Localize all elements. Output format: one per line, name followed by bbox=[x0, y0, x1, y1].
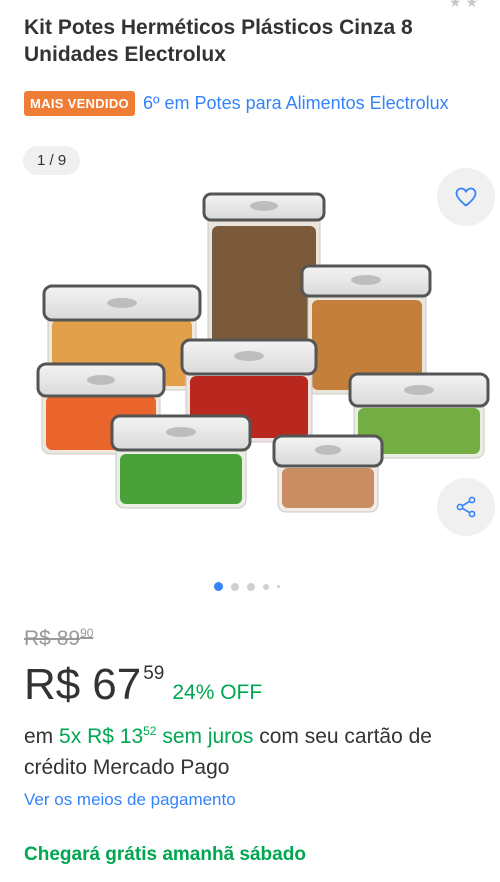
original-price-whole: 89 bbox=[56, 627, 81, 650]
payment-methods-link[interactable]: Ver os meios de pagamento bbox=[24, 790, 236, 810]
carousel-dot[interactable] bbox=[231, 582, 239, 591]
installments-info: em 5x R$ 1352 sem juros com seu cartão d… bbox=[24, 716, 494, 783]
original-price-cents: 90 bbox=[80, 626, 94, 640]
best-seller-badge: MAIS VENDIDO bbox=[24, 91, 135, 116]
installments-interest: sem juros bbox=[162, 725, 254, 748]
best-seller-row: MAIS VENDIDO 6º em Potes para Alimentos … bbox=[24, 91, 449, 116]
installments-offer: 5x R$ 1352 sem juros bbox=[59, 724, 254, 748]
share-icon bbox=[456, 496, 476, 518]
carousel-dots bbox=[214, 582, 280, 591]
carousel-dot[interactable] bbox=[214, 582, 223, 591]
ranking-link[interactable]: 6º em Potes para Alimentos Electrolux bbox=[143, 93, 449, 114]
product-title: Kit Potes Herméticos Plásticos Cinza 8 U… bbox=[24, 16, 413, 66]
star-icon: ★ bbox=[465, 0, 482, 10]
installments-count: 5x bbox=[59, 725, 82, 748]
carousel-dot[interactable] bbox=[277, 585, 280, 588]
price-currency: R$ bbox=[24, 660, 81, 709]
carousel-dot[interactable] bbox=[247, 582, 255, 591]
original-price-currency: R$ bbox=[24, 627, 51, 650]
installments-currency: R$ bbox=[87, 725, 114, 748]
installments-prefix: em bbox=[24, 725, 54, 748]
product-image bbox=[36, 192, 490, 513]
original-price: R$ 8990 bbox=[24, 626, 93, 651]
current-price: R$ 67 59 24% OFF bbox=[24, 660, 262, 710]
image-counter: 1 / 9 bbox=[23, 146, 81, 175]
rating-stars: ★★ bbox=[449, 0, 482, 11]
installments-cents: 52 bbox=[143, 724, 157, 738]
star-icon: ★ bbox=[448, 0, 466, 10]
price-whole: 67 bbox=[92, 660, 142, 709]
image-gallery[interactable]: 1 / 9 bbox=[0, 140, 500, 591]
carousel-dot[interactable] bbox=[263, 583, 269, 590]
installments-whole: 13 bbox=[119, 725, 144, 748]
discount-label: 24% OFF bbox=[172, 681, 263, 704]
share-button[interactable] bbox=[437, 478, 495, 536]
shipping-info: Chegará grátis amanhã sábado bbox=[24, 844, 306, 865]
price-cents: 59 bbox=[143, 663, 165, 684]
